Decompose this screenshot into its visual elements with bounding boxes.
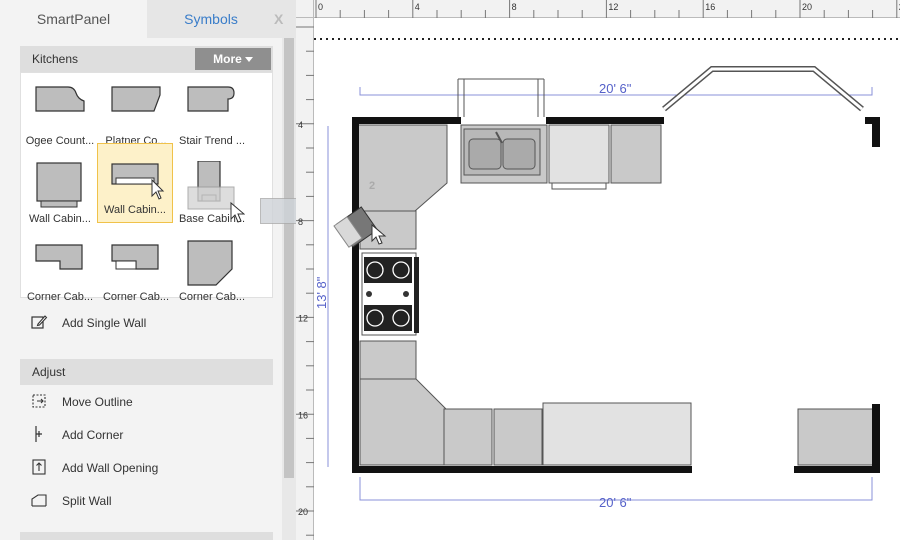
base-cabinet-icon (187, 161, 235, 210)
stair-trend-icon (187, 86, 235, 112)
ruler-top-label: 0 (318, 2, 323, 12)
ruler-top-scale: 04812162024 (315, 0, 900, 18)
split-wall-label: Split Wall (62, 494, 112, 508)
shape-corner-cabinet-1[interactable]: Corner Cab... (22, 231, 98, 309)
kitchens-section-header[interactable]: Kitchens More (20, 46, 273, 72)
dimension-top-label: 20' 6" (599, 81, 632, 96)
add-wall-opening-icon (32, 459, 46, 475)
move-outline-icon (32, 394, 46, 408)
corner-cabinet-icon (111, 244, 159, 270)
ruler-left-scale: 4 8 12 16 20 (296, 26, 314, 536)
pencil-square-icon (31, 315, 48, 329)
shape-stair-trend[interactable]: Stair Trend ... (174, 75, 250, 153)
stove-icon (361, 252, 419, 336)
add-corner-label: Add Corner (62, 428, 124, 442)
corner-cabinet-diagonal-icon (187, 240, 233, 286)
ruler-top: 04812162024 (314, 0, 900, 18)
shape-label: Corner Cab... (178, 291, 246, 303)
add-single-wall-label: Add Single Wall (62, 316, 147, 330)
ruler-top-label: 4 (415, 2, 420, 12)
ruler-corner (296, 0, 314, 18)
move-outline-label: Move Outline (62, 395, 133, 409)
shape-corner-cabinet-2[interactable]: Corner Cab... (98, 231, 174, 309)
kitchen-shapes-grid: Ogee Count... Platner Co... Stair Trend … (20, 72, 273, 303)
platner-countertop-icon (111, 86, 161, 112)
next-section-header[interactable] (20, 532, 273, 540)
ruler-top-label: 8 (512, 2, 517, 12)
drawing-canvas[interactable]: 20' 6" 20' 6" 13' 8" 2 (314, 19, 900, 540)
ruler-left-label: 4 (298, 120, 303, 130)
kitchen-floor-plan: 20' 6" 20' 6" 13' 8" 2 (314, 38, 900, 510)
shape-platner-countertop[interactable]: Platner Co... (98, 75, 174, 153)
shape-label: Stair Trend ... (178, 135, 246, 147)
caret-down-icon (244, 57, 253, 63)
rotation-hint-label: 2 (369, 180, 375, 192)
panel-tabbar: SmartPanel Symbols X (0, 0, 296, 38)
shape-label: Ogee Count... (25, 135, 95, 147)
dimension-bottom-label: 20' 6" (599, 495, 632, 510)
shape-label: Corner Cab... (102, 291, 170, 303)
ruler-left-label: 20 (298, 507, 308, 517)
tab-symbols[interactable]: Symbols (147, 0, 275, 38)
dimension-left-label: 13' 8" (314, 276, 329, 309)
add-corner-icon (35, 426, 42, 442)
ogee-countertop-icon (35, 86, 85, 112)
wall-cabinet-icon (36, 162, 82, 208)
shape-label: Wall Cabin... (29, 213, 91, 225)
shape-wall-cabinet-selected[interactable]: Wall Cabin... (97, 143, 173, 223)
ruler-left: 4 8 12 16 20 (296, 18, 314, 540)
close-panel-button[interactable]: X (274, 11, 283, 27)
tab-smartpanel[interactable]: SmartPanel (0, 0, 147, 38)
more-button[interactable]: More (195, 48, 271, 70)
cabinets (357, 124, 875, 466)
corner-cabinet-icon (35, 244, 83, 270)
adjust-section-header[interactable]: Adjust (20, 359, 273, 385)
split-wall-icon (31, 494, 47, 507)
shape-corner-cabinet-3[interactable]: Corner Cab... (174, 231, 250, 309)
shape-label: Corner Cab... (26, 291, 94, 303)
shape-ogee-countertop[interactable]: Ogee Count... (22, 75, 98, 153)
ruler-left-label: 12 (298, 314, 308, 324)
ruler-left-label: 8 (298, 217, 303, 227)
ruler-top-label: 16 (705, 2, 715, 12)
scrollbar-thumb[interactable] (284, 38, 294, 478)
shape-label: Wall Cabin... (104, 204, 166, 216)
ruler-left-label: 16 (298, 410, 308, 420)
ruler-top-label: 20 (802, 2, 812, 12)
panel-scrollbar[interactable] (282, 38, 296, 540)
shape-wall-cabinet[interactable]: Wall Cabin... (22, 153, 98, 231)
add-wall-opening-label: Add Wall Opening (62, 461, 159, 475)
mouse-cursor-icon (230, 201, 245, 223)
kitchens-section-title: Kitchens (32, 52, 79, 66)
ruler-top-label: 12 (608, 2, 618, 12)
adjust-section-title: Adjust (32, 365, 66, 379)
